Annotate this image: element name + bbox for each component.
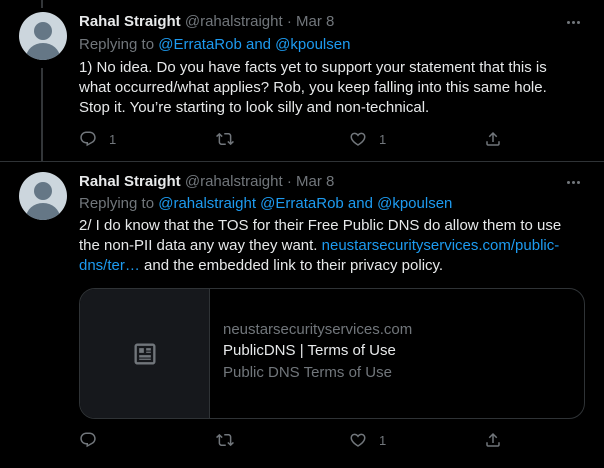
replying-to-label: Replying to (79, 195, 155, 212)
like-count: 1 (379, 131, 387, 147)
separator: · (286, 13, 292, 30)
separator: · (286, 173, 292, 190)
timestamp[interactable]: Mar 8 (296, 173, 334, 190)
reply-button[interactable]: 1 (79, 129, 116, 149)
retweet-button[interactable] (216, 129, 246, 149)
tweet-text: 2/ I do know that the TOS for their Free… (79, 216, 579, 276)
card-thumbnail (80, 289, 210, 418)
replying-to: Replying to @ErrataRob and @kpoulsen (79, 35, 350, 55)
tweet-actions: 1 (79, 430, 504, 450)
reply-button[interactable] (79, 430, 109, 450)
avatar[interactable] (19, 12, 67, 60)
card-body: neustarsecurityservices.com PublicDNS | … (223, 320, 573, 384)
timestamp[interactable]: Mar 8 (296, 13, 334, 30)
username[interactable]: @rahalstraight (185, 173, 283, 190)
card-domain: neustarsecurityservices.com (223, 321, 413, 338)
share-button[interactable] (484, 129, 502, 149)
replying-to: Replying to @rahalstraight @ErrataRob an… (79, 194, 452, 214)
replying-to-users[interactable]: @rahalstraight @ErrataRob and @kpoulsen (158, 195, 452, 212)
username[interactable]: @rahalstraight (185, 13, 283, 30)
share-button[interactable] (484, 430, 502, 450)
replying-to-label: Replying to (79, 36, 155, 53)
card-description: Public DNS Terms of Use (223, 364, 392, 381)
like-button[interactable]: 1 (349, 129, 386, 149)
reply-count: 1 (109, 131, 117, 147)
retweet-button[interactable] (216, 430, 246, 450)
tweet-header: Rahal Straight @rahalstraight · Mar 8 (79, 172, 334, 192)
display-name[interactable]: Rahal Straight (79, 173, 181, 190)
like-button[interactable]: 1 (349, 430, 386, 450)
tweet-actions: 1 1 (79, 129, 504, 149)
replying-to-users[interactable]: @ErrataRob and @kpoulsen (158, 36, 350, 53)
retweet-icon (216, 433, 234, 447)
article-icon (134, 343, 155, 364)
tweet-header: Rahal Straight @rahalstraight · Mar 8 (79, 12, 334, 32)
heart-icon (350, 132, 366, 146)
more-options-icon[interactable] (563, 172, 583, 192)
more-options-icon[interactable] (563, 12, 583, 32)
share-icon (486, 432, 500, 447)
link-card[interactable]: neustarsecurityservices.com PublicDNS | … (79, 288, 585, 419)
tweet[interactable]: Rahal Straight @rahalstraight · Mar 8 Re… (0, 162, 604, 468)
like-count: 1 (379, 432, 387, 448)
card-title: PublicDNS | Terms of Use (223, 342, 396, 359)
display-name[interactable]: Rahal Straight (79, 13, 181, 30)
share-icon (486, 131, 500, 146)
heart-icon (350, 433, 366, 447)
tweet-text: 1) No idea. Do you have facts yet to sup… (79, 59, 547, 116)
retweet-icon (216, 132, 234, 146)
tweet[interactable]: Rahal Straight @rahalstraight · Mar 8 Re… (0, 0, 604, 162)
reply-icon (80, 131, 96, 147)
tweet-text-part: and the embedded link to their privacy p… (139, 257, 444, 274)
reply-icon (80, 432, 96, 448)
avatar[interactable] (19, 172, 67, 220)
